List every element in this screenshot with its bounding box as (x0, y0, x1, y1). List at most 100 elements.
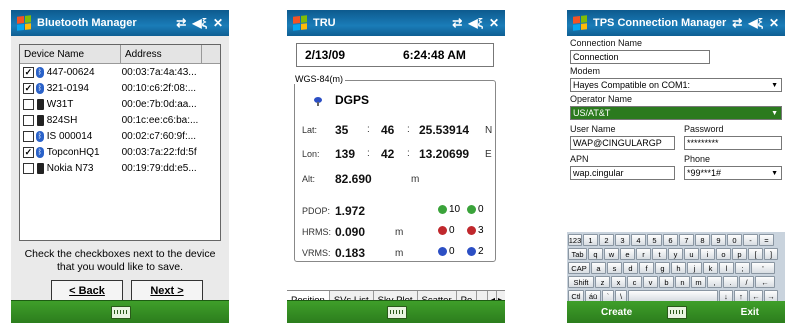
key[interactable]: ' (751, 262, 775, 274)
modem-select[interactable]: Hayes Compatible on COM1: (570, 78, 782, 92)
device-checkbox[interactable] (23, 98, 34, 110)
key[interactable]: i (700, 248, 715, 260)
key[interactable]: ; (735, 262, 750, 274)
connectivity-icon[interactable]: ⇄ (452, 17, 462, 29)
bluetooth-icon: ᛒ (35, 82, 44, 94)
key[interactable]: j (687, 262, 702, 274)
key-enter[interactable]: ← (755, 276, 775, 288)
column-header-device-name[interactable]: Device Name (20, 45, 121, 63)
title-bar: TRU ⇄ ◀ξ ✕ (287, 10, 505, 36)
key[interactable]: 6 (663, 234, 678, 246)
apn-field[interactable]: wap.cingular (570, 166, 675, 180)
key-tab[interactable]: Tab (568, 248, 587, 260)
key-123[interactable]: 123 (568, 234, 582, 246)
device-row[interactable]: ✓ ᛒ 447-00624 00:03:7a:4a:43... (20, 64, 220, 80)
key-caps[interactable]: CAP (568, 262, 590, 274)
key[interactable]: f (639, 262, 654, 274)
device-row[interactable]: 824SH 00:1c:ee:c6:ba:... (20, 112, 220, 128)
key[interactable]: a (591, 262, 606, 274)
device-checkbox[interactable]: ✓ (23, 146, 34, 158)
key[interactable]: p (732, 248, 747, 260)
key[interactable]: y (668, 248, 683, 260)
back-button[interactable]: < Back (51, 280, 123, 302)
password-field[interactable]: ********* (684, 136, 782, 150)
device-row[interactable]: W31T 00:0e:7b:0d:aa... (20, 96, 220, 112)
device-checkbox[interactable]: ✓ (23, 66, 34, 78)
key[interactable]: d (623, 262, 638, 274)
key[interactable]: = (759, 234, 774, 246)
lat-degrees: 35 (335, 123, 349, 137)
key[interactable]: z (595, 276, 610, 288)
device-name: TopconHQ1 (46, 146, 100, 158)
key[interactable]: 1 (583, 234, 598, 246)
create-softkey[interactable]: Create (601, 307, 632, 318)
key[interactable]: n (675, 276, 690, 288)
key[interactable]: m (691, 276, 706, 288)
key[interactable]: r (636, 248, 651, 260)
device-checkbox[interactable] (23, 130, 34, 142)
close-icon[interactable]: ✕ (489, 17, 499, 29)
device-row[interactable]: ✓ ᛒ TopconHQ1 00:03:7a:22:fd:5f (20, 144, 220, 160)
windows-start-icon[interactable] (17, 15, 31, 31)
key[interactable]: l (719, 262, 734, 274)
device-row[interactable]: Nokia N73 00:19:79:dd:e5... (20, 160, 220, 176)
device-row[interactable]: ᛒ IS 000014 00:02:c7:60:9f:... (20, 128, 220, 144)
key[interactable]: 0 (727, 234, 742, 246)
key[interactable]: k (703, 262, 718, 274)
key[interactable]: t (652, 248, 667, 260)
connectivity-icon[interactable]: ⇄ (732, 17, 742, 29)
device-checkbox[interactable] (23, 162, 34, 174)
connection-name-field[interactable]: Connection (570, 50, 710, 64)
key[interactable]: g (655, 262, 670, 274)
close-icon[interactable]: ✕ (213, 17, 223, 29)
key[interactable]: w (604, 248, 619, 260)
keyboard-icon[interactable] (111, 306, 131, 319)
connectivity-icon[interactable]: ⇄ (176, 17, 186, 29)
device-checkbox[interactable]: ✓ (23, 82, 34, 94)
key[interactable]: 4 (631, 234, 646, 246)
operator-select[interactable]: US/AT&T (570, 106, 782, 120)
lon-label: Lon: (302, 149, 320, 159)
key[interactable]: [ (748, 248, 763, 260)
gps-sats-used: 10 (438, 204, 460, 215)
volume-icon[interactable]: ◀ξ (468, 17, 483, 29)
key[interactable]: o (716, 248, 731, 260)
key[interactable]: h (671, 262, 686, 274)
key[interactable]: 8 (695, 234, 710, 246)
phone-field[interactable]: *99***1# (684, 166, 782, 180)
close-icon[interactable]: ✕ (769, 17, 779, 29)
key[interactable]: b (659, 276, 674, 288)
keyboard-icon[interactable] (387, 306, 407, 319)
user-name-field[interactable]: WAP@CINGULARGP (570, 136, 675, 150)
key[interactable]: u (684, 248, 699, 260)
key[interactable]: v (643, 276, 658, 288)
key[interactable]: x (611, 276, 626, 288)
key[interactable]: 9 (711, 234, 726, 246)
key[interactable]: . (723, 276, 738, 288)
key[interactable]: e (620, 248, 635, 260)
key[interactable]: 2 (599, 234, 614, 246)
key[interactable]: 7 (679, 234, 694, 246)
column-header-address[interactable]: Address (121, 45, 202, 63)
key[interactable]: , (707, 276, 722, 288)
key-shift[interactable]: Shift (568, 276, 594, 288)
key[interactable]: 3 (615, 234, 630, 246)
key[interactable]: ] (764, 248, 778, 260)
key[interactable]: / (739, 276, 754, 288)
next-button[interactable]: Next > (131, 280, 203, 302)
volume-icon[interactable]: ◀ξ (748, 17, 763, 29)
key[interactable]: - (743, 234, 758, 246)
key[interactable]: 5 (647, 234, 662, 246)
key[interactable]: s (607, 262, 622, 274)
device-row[interactable]: ✓ ᛒ 321-0194 00:10:c6:2f:08:... (20, 80, 220, 96)
windows-start-icon[interactable] (293, 15, 307, 31)
device-checkbox[interactable] (23, 114, 34, 126)
windows-start-icon[interactable] (573, 15, 587, 31)
volume-icon[interactable]: ◀ξ (192, 17, 207, 29)
exit-softkey[interactable]: Exit (741, 307, 759, 318)
gps-sats-tracked: 0 (467, 204, 484, 215)
key[interactable]: c (627, 276, 642, 288)
key[interactable]: q (588, 248, 603, 260)
device-list[interactable]: Device Name Address ✓ ᛒ 447-00624 00:03:… (19, 44, 221, 241)
keyboard-icon[interactable] (667, 306, 687, 319)
